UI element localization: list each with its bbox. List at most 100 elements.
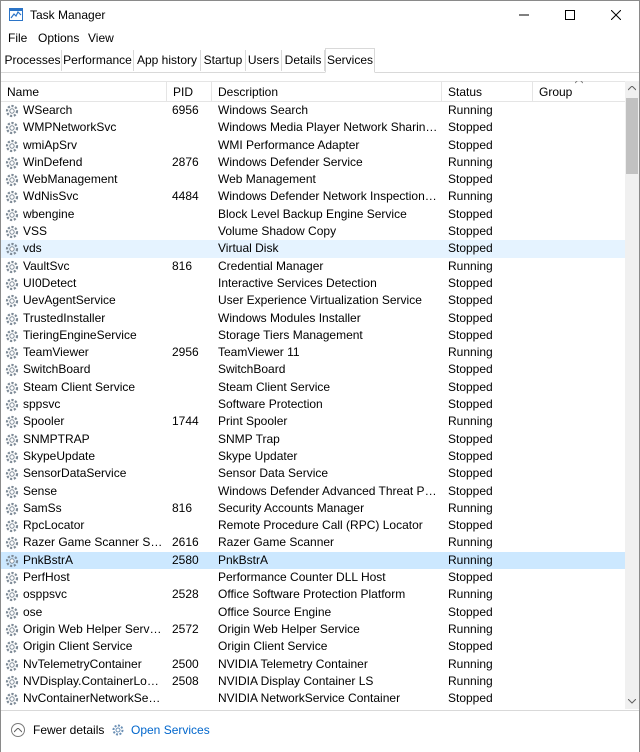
table-row[interactable]: WdNisSvc 4484 Windows Defender Network Ins…	[1, 188, 625, 205]
description-cell: Virtual Disk	[218, 241, 279, 256]
table-row[interactable]: WMPNetworkSvc Windows Media Player Networ…	[1, 119, 625, 136]
table-row[interactable]: SamSs 816 Security Accounts Manager Running	[1, 500, 625, 517]
tab-processes[interactable]: Processes	[4, 50, 62, 71]
tab-startup[interactable]: Startup	[201, 50, 246, 71]
fewer-details-button[interactable]: Fewer details	[11, 723, 104, 737]
fewer-details-label: Fewer details	[33, 723, 105, 737]
table-row[interactable]: Razer Game Scanner Service 2616 Razer Game…	[1, 534, 625, 551]
column-header-group[interactable]: Group	[533, 82, 625, 102]
tab-details[interactable]: Details	[282, 50, 325, 71]
description-cell: Origin Client Service	[218, 639, 328, 654]
table-row[interactable]: SwitchBoard SwitchBoard Stopped	[1, 361, 625, 378]
tab-users[interactable]: Users	[246, 50, 282, 71]
table-row[interactable]: SensorDataService Sensor Data Service Stop…	[1, 465, 625, 482]
scroll-up-icon[interactable]	[628, 86, 636, 91]
title-bar[interactable]: Task Manager	[1, 1, 639, 29]
table-row[interactable]: Origin Web Helper Service 2572 Origin Web …	[1, 621, 625, 638]
table-row[interactable]: Origin Client Service Origin Client Servi…	[1, 638, 625, 655]
description-cell: Windows Media Player Network Sharing Ser…	[218, 120, 438, 135]
footer-bar: Fewer details Open Services	[1, 710, 639, 752]
column-header-pid[interactable]: PID	[167, 82, 212, 102]
menu-file[interactable]: File	[8, 31, 27, 45]
table-row[interactable]: PnkBstrA 2580 PnkBstrA Running	[1, 551, 625, 570]
table-row[interactable]: Spooler 1744 Print Spooler Running	[1, 413, 625, 430]
status-cell: Stopped	[448, 379, 493, 394]
service-name-cell: NvContainerNetworkService	[23, 691, 163, 706]
description-cell: Office Software Protection Platform	[218, 587, 406, 602]
gear-icon	[5, 208, 19, 221]
gear-icon	[5, 468, 19, 481]
service-name-cell: sppsvc	[23, 397, 61, 412]
table-row[interactable]: TeamViewer 2956 TeamViewer 11 Running	[1, 344, 625, 361]
table-row[interactable]: PerfHost Performance Counter DLL Host Stop…	[1, 569, 625, 586]
service-name-cell: SensorDataService	[23, 466, 127, 481]
table-row[interactable]: TrustedInstaller Windows Modules Installe…	[1, 310, 625, 327]
table-row[interactable]: wbengine Block Level Backup Engine Servic…	[1, 206, 625, 223]
vertical-scrollbar[interactable]	[625, 81, 639, 709]
table-row[interactable]: Steam Client Service Steam Client Service…	[1, 379, 625, 396]
menu-view[interactable]: View	[88, 31, 114, 45]
minimize-button[interactable]	[501, 1, 547, 29]
gear-icon	[5, 554, 19, 567]
gear-icon	[5, 277, 19, 291]
table-row[interactable]: WebManagement Web Management Stopped	[1, 171, 625, 188]
table-row[interactable]: ose Office Source Engine Stopped	[1, 604, 625, 621]
column-header-status[interactable]: Status	[442, 82, 533, 102]
table-row[interactable]: UI0Detect Interactive Services Detection S…	[1, 275, 625, 292]
maximize-icon	[565, 10, 575, 20]
maximize-button[interactable]	[547, 1, 593, 29]
table-row[interactable]: wmiApSrv WMI Performance Adapter Stopped	[1, 137, 625, 154]
table-row[interactable]: osppsvc 2528 Office Software Protection Pl…	[1, 586, 625, 603]
open-services-link[interactable]: Open Services	[111, 723, 210, 737]
gear-icon	[5, 243, 19, 256]
table-row[interactable]: sppsvc Software Protection Stopped	[1, 396, 625, 413]
scrollbar-thumb[interactable]	[626, 98, 638, 174]
table-row[interactable]: Sense Windows Defender Advanced Threat Pr…	[1, 483, 625, 500]
table-row[interactable]: UevAgentService User Experience Virtualiz…	[1, 292, 625, 309]
column-header-name[interactable]: Name	[1, 82, 167, 102]
status-cell: Running	[448, 414, 493, 429]
table-row[interactable]: NvTelemetryContainer 2500 NVIDIA Telemetry…	[1, 656, 625, 673]
menu-options[interactable]: Options	[38, 31, 79, 45]
description-cell: Skype Updater	[218, 448, 298, 463]
gear-icon	[5, 537, 19, 550]
table-row[interactable]: SNMPTRAP SNMP Trap Stopped	[1, 431, 625, 448]
status-cell: Stopped	[448, 293, 493, 308]
column-header-group-label: Group	[539, 85, 573, 99]
table-row[interactable]: vds Virtual Disk Stopped	[1, 240, 625, 258]
table-row[interactable]: WSearch 6956 Windows Search Running	[1, 102, 625, 119]
service-name-cell: TrustedInstaller	[23, 310, 106, 325]
description-cell: TeamViewer 11	[218, 345, 300, 360]
table-row[interactable]: VSS Volume Shadow Copy Stopped	[1, 223, 625, 240]
description-cell: SNMP Trap	[218, 431, 280, 446]
status-cell: Stopped	[448, 604, 493, 619]
status-cell: Stopped	[448, 518, 493, 533]
status-cell: Running	[448, 500, 493, 515]
pid-cell: 2580	[172, 552, 199, 567]
table-row[interactable]: TieringEngineService Storage Tiers Manage…	[1, 327, 625, 344]
status-cell: Running	[448, 103, 493, 117]
gear-icon	[5, 174, 19, 187]
service-name-cell: wbengine	[23, 206, 75, 221]
gear-icon	[5, 104, 19, 118]
table-row[interactable]: NvContainerNetworkService NVIDIA NetworkS…	[1, 690, 625, 707]
column-header-description[interactable]: Description	[212, 82, 442, 102]
pid-cell: 1744	[172, 414, 199, 429]
tab-performance[interactable]: Performance	[62, 50, 134, 71]
tab-services[interactable]: Services	[325, 48, 375, 73]
service-name-cell: WSearch	[23, 103, 73, 117]
close-button[interactable]	[593, 1, 639, 29]
description-cell: Office Source Engine	[218, 604, 332, 619]
task-manager-window: Task Manager File Options View Processes…	[0, 0, 640, 752]
table-row[interactable]: WinDefend 2876 Windows Defender Service Run…	[1, 154, 625, 171]
description-cell: Security Accounts Manager	[218, 500, 365, 515]
table-row[interactable]: SkypeUpdate Skype Updater Stopped	[1, 448, 625, 465]
gear-icon	[5, 156, 19, 169]
tab-app-history[interactable]: App history	[134, 50, 201, 71]
table-row[interactable]: NVDisplay.ContainerLocalS... 2508 NVIDIA D…	[1, 673, 625, 690]
table-row[interactable]: VaultSvc 816 Credential Manager Running	[1, 258, 625, 275]
status-cell: Running	[448, 621, 493, 636]
scroll-down-icon[interactable]	[628, 699, 636, 704]
table-row[interactable]: RpcLocator Remote Procedure Call (RPC) Lo…	[1, 517, 625, 534]
pid-cell: 2508	[172, 673, 199, 688]
